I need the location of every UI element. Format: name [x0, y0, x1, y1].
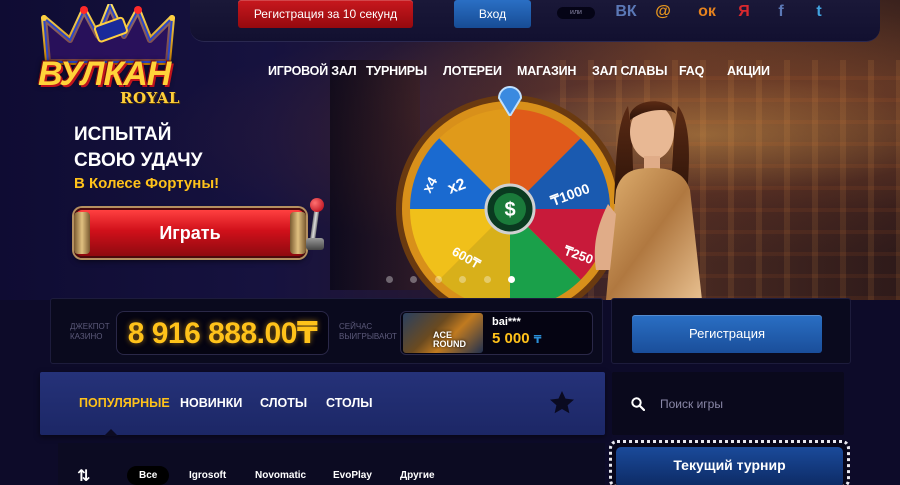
nav-lotteries[interactable]: ЛОТЕРЕИ [443, 64, 502, 78]
vk-icon[interactable]: ВК [615, 1, 637, 23]
register-panel-button[interactable]: Регистрация [632, 315, 822, 353]
tab-slots[interactable]: СЛОТЫ [260, 396, 307, 410]
login-button[interactable]: Вход [454, 0, 531, 28]
nav-shop[interactable]: МАГАЗИН [517, 64, 576, 78]
play-button-cap-left [74, 212, 90, 254]
winning-now-label: СЕЙЧАС ВЫИГРЫВАЮТ [339, 322, 399, 342]
slider-dot-3[interactable] [435, 276, 442, 283]
play-button-group: Играть [74, 198, 336, 264]
active-tab-caret [104, 429, 118, 436]
nav-faq[interactable]: FAQ [679, 64, 704, 78]
hero-title-line-2: СВОЮ УДАЧУ [74, 150, 203, 171]
winning-now-line-1: СЕЙЧАС [339, 322, 373, 331]
nav-tournaments[interactable]: ТУРНИРЫ [366, 64, 427, 78]
wheel-pointer-icon [497, 86, 523, 116]
or-separator: или [557, 7, 595, 19]
yandex-icon[interactable]: Я [733, 1, 755, 23]
mail-ru-icon[interactable]: @ [652, 1, 674, 23]
lever-knob [310, 198, 324, 212]
jackpot-label: ДЖЕКПОТ КАЗИНО [70, 322, 120, 342]
provider-other[interactable]: Другие [400, 466, 435, 485]
wheel-currency-icon: $ [504, 199, 515, 221]
slider-dot-2[interactable] [410, 276, 417, 283]
winner-currency: ₸ [533, 334, 542, 346]
jackpot-value: 8 916 888.00₸ [116, 311, 329, 355]
slider-dot-1[interactable] [386, 276, 393, 283]
hero-title: ИСПЫТАЙ СВОЮ УДАЧУ [74, 122, 274, 174]
winner-game-thumbnail[interactable]: ACE ROUND [403, 313, 483, 353]
logo[interactable]: ВУЛКАН ROYAL [32, 0, 182, 110]
winning-now-line-2: ВЫИГРЫВАЮТ [339, 332, 397, 341]
hero-model-image [594, 101, 702, 300]
winner-name: bai*** [492, 316, 521, 328]
tab-new[interactable]: НОВИНКИ [180, 396, 242, 410]
nav-hall-of-fame[interactable]: ЗАЛ СЛАВЫ [592, 64, 667, 78]
provider-evoplay[interactable]: EvoPlay [333, 466, 372, 485]
favorites-star-icon[interactable] [549, 390, 575, 414]
winner-game-title: ACE ROUND [433, 330, 466, 349]
sort-icon[interactable]: ⇅ [77, 466, 90, 485]
tab-tables[interactable]: СТОЛЫ [326, 396, 372, 410]
register-button[interactable]: Регистрация за 10 секунд [238, 0, 413, 28]
winner-amount-group: 5 000 ₸ [492, 330, 541, 347]
twitter-icon[interactable]: t [808, 1, 830, 23]
play-button[interactable]: Играть [74, 208, 306, 258]
hero-subtitle: В Колесе Фортуны! [74, 175, 220, 192]
jackpot-label-line-1: ДЖЕКПОТ [70, 322, 110, 331]
tab-popular[interactable]: ПОПУЛЯРНЫЕ [79, 396, 170, 410]
provider-all[interactable]: Все [127, 466, 170, 485]
provider-igrosoft[interactable]: Igrosoft [189, 466, 226, 485]
slider-dot-6[interactable] [508, 276, 515, 283]
logo-royal: ROYAL [120, 89, 180, 107]
hero-title-line-1: ИСПЫТАЙ [74, 124, 172, 145]
slider-dot-5[interactable] [484, 276, 491, 283]
nav-game-hall[interactable]: ИГРОВОЙ ЗАЛ [268, 64, 357, 78]
slider-dot-4[interactable] [459, 276, 466, 283]
winner-amount: 5 000 [492, 330, 530, 347]
facebook-icon[interactable]: f [770, 1, 792, 23]
provider-novomatic[interactable]: Novomatic [255, 466, 306, 485]
nav-promotions[interactable]: АКЦИИ [727, 64, 770, 78]
search-icon [631, 397, 645, 411]
odnoklassniki-icon[interactable]: ок [696, 1, 718, 23]
lever-base [306, 238, 324, 250]
search-input[interactable] [660, 393, 830, 415]
current-tournament-button[interactable]: Текущий турнир [616, 447, 843, 485]
jackpot-label-line-2: КАЗИНО [70, 332, 103, 341]
play-button-cap-right [290, 212, 306, 254]
